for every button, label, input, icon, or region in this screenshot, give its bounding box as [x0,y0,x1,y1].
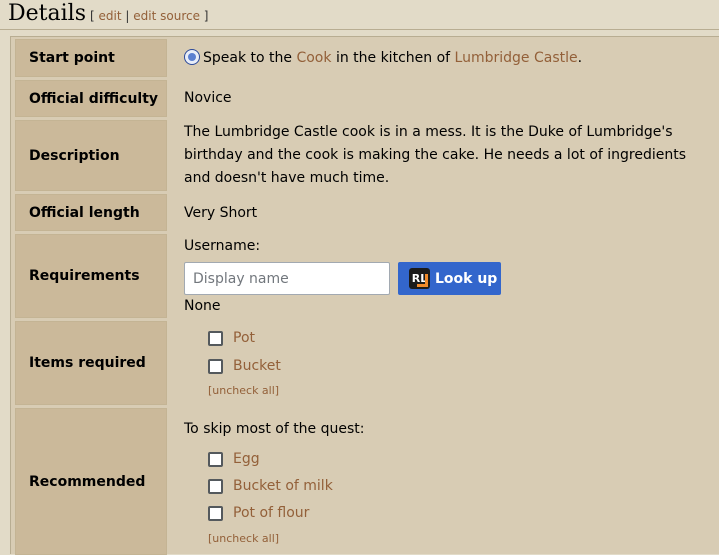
look-up-button[interactable]: RL Look up [398,262,501,295]
length-header: Official length [15,194,167,231]
item-checkbox-row[interactable]: Bucket [208,358,281,374]
recommended-checkbox-row[interactable]: Pot of flour [208,505,309,521]
description-value: The Lumbridge Castle cook is in a mess. … [184,124,687,186]
section-heading: Details [ edit | edit source ] [0,0,719,30]
recommended-checkbox[interactable] [208,505,223,521]
recommended-header: Recommended [15,408,167,555]
item-checkbox[interactable] [208,358,223,374]
start-point-value: Speak to the Cook in the kitchen of Lumb… [184,47,709,70]
start-point-prefix: Speak to the [203,50,293,66]
edit-separator: | [125,9,130,23]
lumbridge-castle-link[interactable]: Lumbridge Castle [455,50,578,66]
item-link-egg[interactable]: Egg [233,451,260,467]
display-name-input[interactable] [184,262,390,295]
item-link-bucket[interactable]: Bucket [233,358,281,374]
item-link-pot[interactable]: Pot [233,330,255,346]
quest-details-table: Start point Speak to the Cook in the kit… [10,36,719,555]
difficulty-header: Official difficulty [15,80,167,117]
bracket-close: ] [203,9,209,23]
recommended-checkbox[interactable] [208,478,223,494]
item-link-pot-of-flour[interactable]: Pot of flour [233,505,309,521]
bracket-open: [ [90,9,95,23]
item-link-bucket-of-milk[interactable]: Bucket of milk [233,478,333,494]
cook-link[interactable]: Cook [296,50,331,66]
item-checkbox-row[interactable]: Pot [208,330,255,346]
items-required-header: Items required [15,321,167,405]
map-globe-icon [184,49,200,65]
uncheck-all-items-link[interactable]: [uncheck all] [208,384,279,397]
start-point-suffix: . [577,50,583,66]
recommended-checkbox-row[interactable]: Egg [208,451,260,467]
edit-source-link[interactable]: edit source [133,9,200,23]
start-point-middle: in the kitchen of [335,50,451,66]
runelite-logo-icon: RL [409,268,430,289]
description-header: Description [15,120,167,191]
recommended-intro: To skip most of the quest: [184,421,365,437]
edit-section-links: [ edit | edit source ] [90,9,208,23]
difficulty-value: Novice [184,90,232,106]
requirements-header: Requirements [15,234,167,318]
recommended-checkbox[interactable] [208,451,223,467]
start-point-header: Start point [15,39,167,77]
recommended-checkbox-row[interactable]: Bucket of milk [208,478,333,494]
edit-link[interactable]: edit [99,9,122,23]
requirements-none: None [184,298,221,314]
uncheck-all-recommended-link[interactable]: [uncheck all] [208,532,279,545]
item-checkbox[interactable] [208,330,223,346]
look-up-label: Look up [435,270,498,287]
username-label: Username: [184,238,261,254]
length-value: Very Short [184,205,258,221]
section-title: Details [8,1,86,26]
